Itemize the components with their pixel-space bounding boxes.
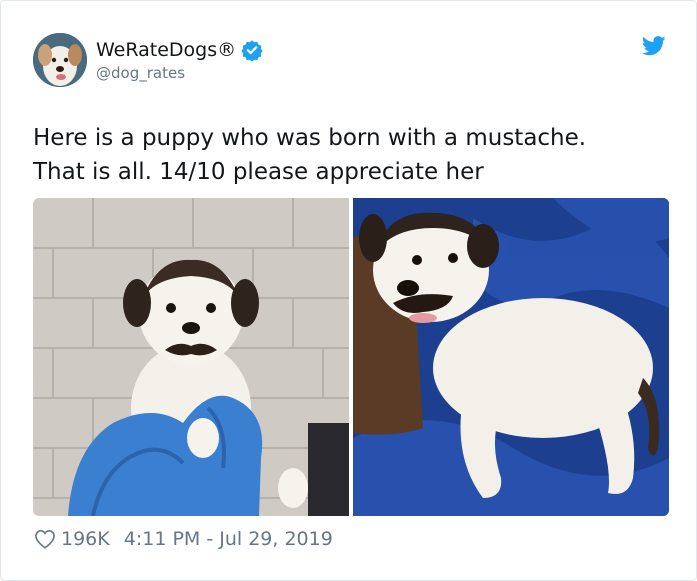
tweet-footer: 196K 4:11 PM - Jul 29, 2019 [34, 528, 333, 550]
tweet-card[interactable]: WeRateDogs® @dog_rates Here is a puppy w… [0, 0, 697, 581]
tweet-photo-1[interactable] [33, 198, 349, 516]
tweet-timestamp[interactable]: 4:11 PM - Jul 29, 2019 [124, 528, 333, 550]
heart-icon[interactable] [34, 529, 56, 549]
twitter-bird-icon[interactable] [642, 36, 666, 56]
dog-avatar-icon[interactable] [33, 33, 87, 87]
like-count[interactable]: 196K [61, 528, 110, 550]
tweet-text: Here is a puppy who was born with a must… [33, 125, 587, 185]
author-handle[interactable]: @dog_rates [96, 63, 263, 83]
author-names: WeRateDogs® @dog_rates [96, 38, 263, 83]
tweet-photo-2[interactable] [353, 198, 669, 516]
verified-badge-icon [241, 39, 263, 61]
tweet-header: WeRateDogs® @dog_rates [33, 33, 263, 87]
display-name-row: WeRateDogs® [96, 38, 263, 62]
display-name[interactable]: WeRateDogs® [96, 38, 236, 62]
